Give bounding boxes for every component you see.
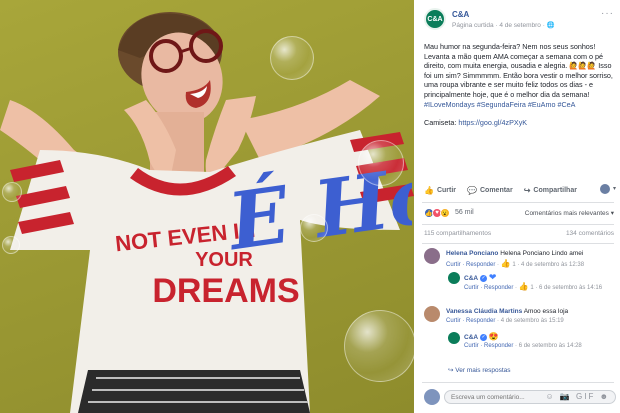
divider (422, 382, 614, 383)
reply-time[interactable]: 6 de setembro às 14:28 (519, 343, 582, 349)
post-text: Mau humor na segunda-feira? Nem nos seus… (424, 42, 614, 137)
reply-content: ❤ (488, 272, 497, 282)
divider (422, 202, 614, 203)
verified-icon: ✓ (480, 333, 488, 341)
share-label: Compartilhar (533, 186, 577, 194)
comment-author[interactable]: Vanessa Cláudia Martins (446, 308, 522, 315)
comment-content: Helena Ponciano Lindo amei (500, 250, 584, 257)
page-avatar[interactable]: C&A (424, 8, 446, 30)
camiseta-label: Camiseta: (424, 118, 459, 128)
comment-text: Helena Ponciano Helena Ponciano Lindo am… (446, 250, 583, 258)
reply-time[interactable]: 6 de setembro às 14:16 (539, 285, 602, 291)
comment-button[interactable]: 💬 Comentar (467, 186, 513, 195)
more-options-icon[interactable]: ··· (601, 8, 614, 19)
shares-row: 115 compartilhamentos 134 comentários (424, 230, 614, 240)
reply-avatar[interactable] (448, 332, 460, 344)
camiseta-link[interactable]: https://goo.gl/4zPXyK (458, 118, 527, 127)
shares-count[interactable]: 115 compartilhamentos (424, 230, 491, 237)
comment-like-count: 1 (512, 262, 516, 268)
comment-composer: ☺ 📷 GIF ☻ (422, 388, 616, 406)
comment-label: Comentar (480, 186, 513, 194)
thumbs-up-icon: 👍 (424, 185, 434, 195)
viewer-avatar (424, 389, 440, 405)
post-body: Mau humor na segunda-feira? Nem nos seus… (424, 42, 613, 99)
reply-author[interactable]: C&A (464, 275, 478, 282)
viewer-avatar[interactable] (600, 184, 610, 194)
divider (422, 243, 614, 244)
reply-meta: Curtir · Responder · 6 de setembro às 14… (464, 343, 582, 349)
wow-reaction-icon: 😮 (440, 208, 450, 218)
share-icon: ↪ (523, 185, 531, 195)
comment-actions[interactable]: Curtir · Responder (446, 318, 495, 324)
reactions-count[interactable]: 56 mil (455, 209, 474, 216)
reply-content: 😍 (488, 332, 499, 341)
shirt-text-line-3: DREAMS (152, 272, 299, 310)
comment-author[interactable]: Helena Ponciano (446, 250, 498, 257)
reply-actions[interactable]: Curtir · Responder (464, 285, 513, 291)
comment-time[interactable]: 4 de setembro às 15:19 (501, 318, 564, 324)
divider (422, 224, 614, 225)
reply-item: C&A ✓ ❤ Curtir · Responder · 👍 1 · 6 de s… (448, 272, 616, 300)
post-meta: Página curtida · 4 de setembro · 🌐 (452, 22, 555, 29)
post-actions: 👍 Curtir 💬 Comentar ↪ Compartilhar ▾ (424, 183, 616, 197)
comment-icon: 💬 (467, 185, 477, 195)
comment-time[interactable]: 4 de setembro às 12:38 (521, 262, 584, 268)
composer-icons[interactable]: ☺ 📷 GIF ☻ (545, 392, 610, 401)
reply-like-count: 1 (530, 285, 534, 291)
soap-bubble-3 (300, 214, 328, 242)
post-panel: C&A C&A Página curtida · 4 de setembro ·… (414, 0, 620, 413)
comment-actions[interactable]: Curtir · Responder (446, 262, 495, 268)
post-photo[interactable]: NOT EVEN IN YOUR DREAMS É Hoje (0, 0, 414, 413)
soap-bubble-1 (270, 36, 314, 80)
reply-avatar[interactable] (448, 272, 460, 284)
chevron-down-icon[interactable]: ▾ (613, 185, 616, 192)
verified-icon: ✓ (480, 274, 488, 282)
comment-box[interactable]: ☺ 📷 GIF ☻ (444, 390, 616, 404)
soap-bubble-6 (2, 236, 20, 254)
reply-actions[interactable]: Curtir · Responder (464, 343, 513, 349)
soap-bubble-2 (358, 140, 404, 186)
reply-meta: Curtir · Responder · 👍 1 · 6 de setembro… (464, 282, 603, 292)
commenter-avatar[interactable] (424, 306, 440, 322)
reply-item: C&A ✓ 😍 Curtir · Responder · 6 de setembr… (448, 332, 616, 360)
reactions-row[interactable]: 👍 ♥ 😮 56 mil Comentários mais relevantes… (424, 208, 616, 220)
comment-meta: Curtir · Responder · 👍 1 · 4 de setembro… (446, 259, 585, 269)
comment-item: Helena Ponciano Helena Ponciano Lindo am… (424, 248, 616, 270)
like-label: Curtir (436, 186, 457, 194)
page-name[interactable]: C&A (452, 10, 469, 19)
like-button[interactable]: 👍 Curtir (424, 186, 456, 195)
reply-author[interactable]: C&A (464, 334, 478, 341)
commenter-avatar[interactable] (424, 248, 440, 264)
comment-sort-dropdown[interactable]: Comentários mais relevantes ▾ (525, 209, 614, 217)
soap-bubble-4 (344, 310, 414, 382)
post-hashtags[interactable]: #ILoveMondays #SegundaFeira #EuAmo #CeA (424, 100, 575, 109)
reply-text: C&A ✓ ❤ (464, 273, 496, 283)
comment-meta: Curtir · Responder · 4 de setembro às 15… (446, 318, 564, 324)
like-reaction-icon: 👍 (518, 282, 529, 291)
share-button[interactable]: ↪ Compartilhar (524, 186, 577, 195)
reply-text: C&A ✓ 😍 (464, 333, 499, 342)
post-header: C&A C&A Página curtida · 4 de setembro ·… (424, 8, 614, 32)
comment-item: Vanessa Cláudia Martins Amoo essa loja C… (424, 306, 616, 328)
view-more-replies-link[interactable]: ↪ Ver mais respostas (448, 366, 511, 374)
soap-bubble-5 (2, 182, 22, 202)
comment-text: Vanessa Cláudia Martins Amoo essa loja (446, 308, 568, 316)
like-reaction-icon: 👍 (500, 259, 511, 268)
comment-content: Amoo essa loja (523, 308, 569, 315)
comments-count[interactable]: 134 comentários (566, 230, 614, 237)
